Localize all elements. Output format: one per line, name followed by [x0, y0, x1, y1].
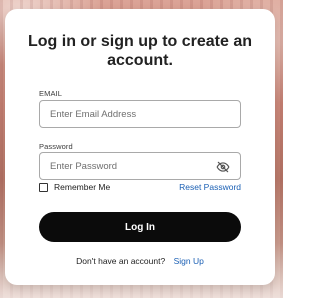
email-field[interactable] — [40, 101, 240, 127]
email-field-container — [39, 100, 241, 128]
reset-password-link[interactable]: Reset Password — [179, 182, 241, 192]
eye-off-icon — [216, 161, 230, 173]
login-modal: Log in or sign up to create an account. … — [5, 9, 275, 285]
remember-me-label: Remember Me — [54, 182, 111, 192]
toggle-password-visibility-button[interactable] — [214, 158, 232, 176]
password-field[interactable] — [40, 153, 240, 179]
modal-title: Log in or sign up to create an account. — [27, 33, 252, 69]
password-label: Password — [39, 142, 73, 151]
remember-me-checkbox[interactable] — [39, 182, 48, 192]
signup-prompt: Don't have an account? Sign Up — [5, 256, 275, 266]
remember-me[interactable]: Remember Me — [39, 182, 110, 192]
password-field-container — [39, 152, 241, 180]
email-label: EMAIL — [39, 89, 63, 98]
sign-up-link[interactable]: Sign Up — [174, 256, 204, 266]
log-in-button[interactable]: Log In — [39, 212, 241, 242]
signup-prompt-text: Don't have an account? — [76, 256, 166, 266]
